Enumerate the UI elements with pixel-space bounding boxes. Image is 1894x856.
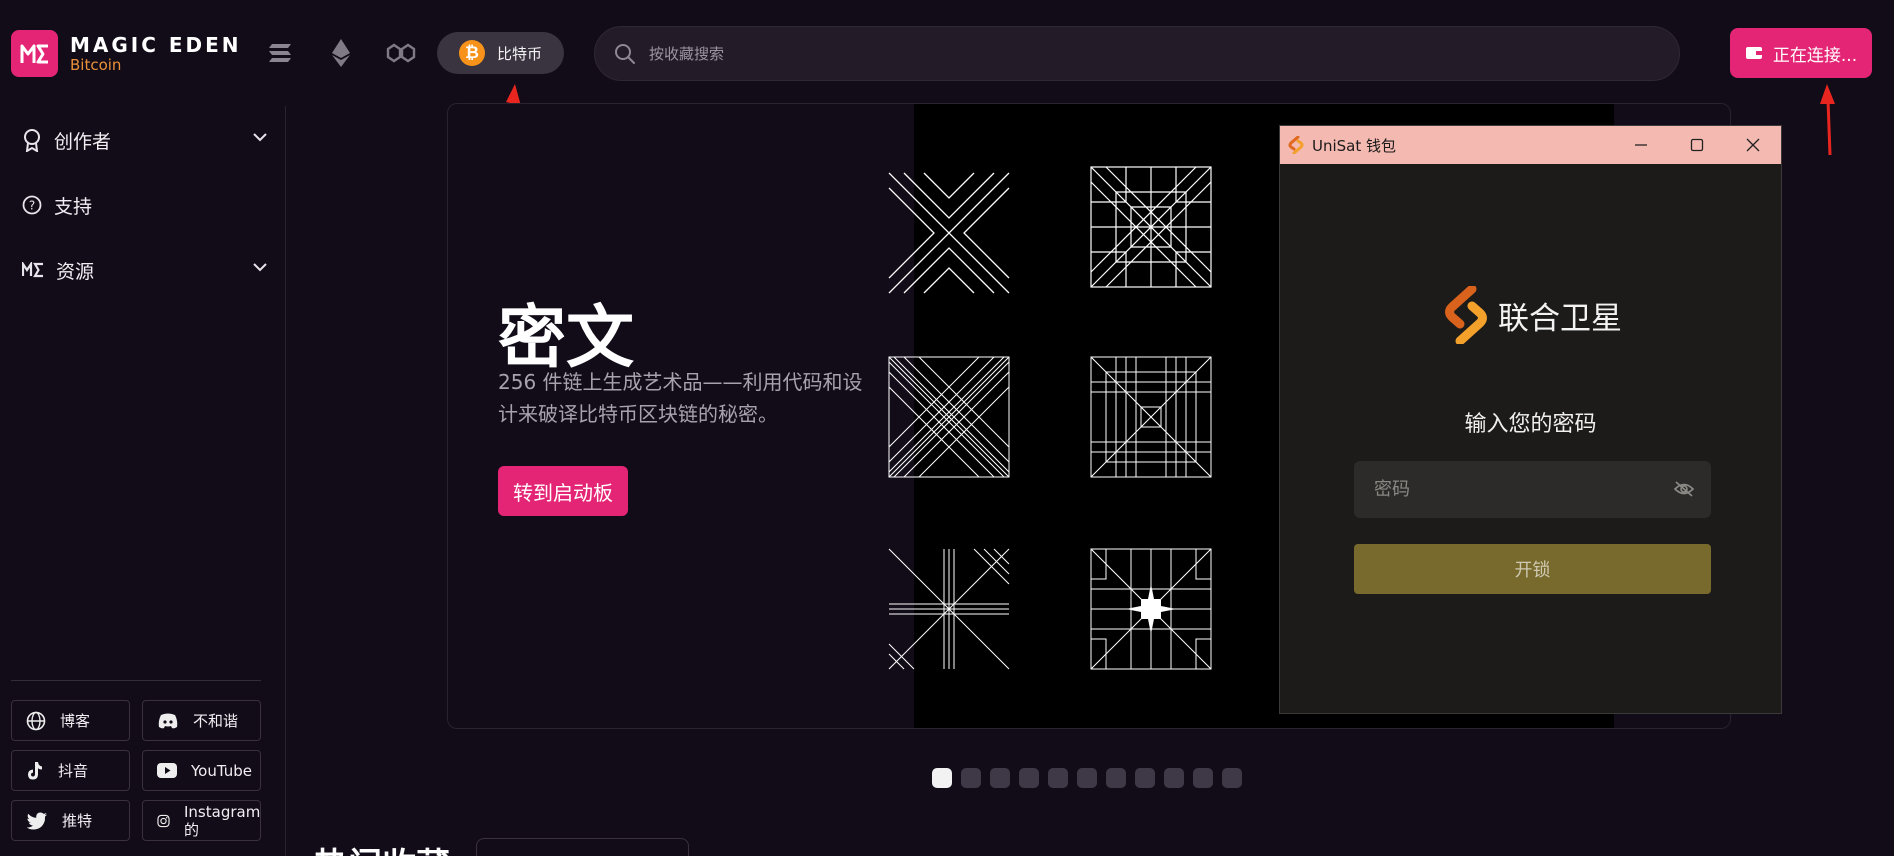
top-bar: MAGIC EDEN Bitcoin ₿ 比特币 按收藏搜索 正在连接... [0, 0, 1894, 106]
section-heading: 热门收藏 [314, 838, 450, 856]
carousel-dot[interactable] [1019, 768, 1039, 788]
twitter-icon [26, 812, 47, 829]
window-titlebar[interactable]: UniSat 钱包 [1280, 126, 1781, 164]
artwork-tile [888, 548, 1010, 670]
discord-icon [158, 713, 178, 728]
carousel-dot[interactable] [1048, 768, 1068, 788]
carousel-dot[interactable] [961, 768, 981, 788]
artwork-tile [888, 172, 1010, 294]
close-button[interactable] [1725, 126, 1781, 164]
tiktok-icon [28, 761, 42, 779]
carousel-dots [932, 768, 1251, 788]
password-prompt: 输入您的密码 [1464, 412, 1597, 437]
ethereum-icon[interactable] [326, 38, 356, 68]
password-input[interactable] [1374, 479, 1654, 500]
artwork-tile [1090, 548, 1212, 670]
social-twitter[interactable]: 推特 [11, 800, 130, 841]
social-tiktok[interactable]: 抖音 [11, 750, 130, 791]
bitcoin-chain-selector[interactable]: ₿ 比特币 [437, 32, 564, 74]
carousel-dot[interactable] [932, 768, 952, 788]
search-input[interactable] [649, 44, 1549, 63]
social-blog[interactable]: 博客 [11, 700, 130, 741]
carousel-dot[interactable] [1193, 768, 1213, 788]
unisat-logo-icon [1445, 286, 1487, 344]
unisat-logo: 联合卫星 [1444, 286, 1622, 344]
social-label: 抖音 [58, 761, 89, 780]
connect-label: 正在连接... [1772, 45, 1858, 66]
maximize-icon [1690, 138, 1704, 152]
magic-eden-logo-icon [11, 30, 58, 77]
artwork-tile [1090, 356, 1212, 478]
window-title: UniSat 钱包 [1312, 136, 1397, 155]
annotation-arrow [1820, 84, 1835, 156]
sidebar-item-label: 创作者 [54, 130, 112, 153]
carousel-dot[interactable] [1164, 768, 1184, 788]
time-range-select[interactable] [476, 838, 689, 856]
chain-label: 比特币 [497, 44, 543, 63]
globe-icon [26, 711, 46, 730]
maximize-button[interactable] [1669, 126, 1725, 164]
minimize-icon [1635, 144, 1647, 146]
carousel-dot[interactable] [1106, 768, 1126, 788]
polygon-icon[interactable] [386, 38, 416, 68]
unlock-button[interactable]: 开锁 [1354, 544, 1711, 594]
svg-text:?: ? [29, 199, 35, 213]
carousel-dot[interactable] [1222, 768, 1242, 788]
unisat-wallet-window: UniSat 钱包 联合卫星 输入您的密码 开锁 [1279, 125, 1782, 714]
magic-eden-logo[interactable]: MAGIC EDEN Bitcoin [11, 30, 242, 77]
password-field[interactable] [1354, 461, 1711, 518]
social-label: 推特 [62, 811, 93, 830]
social-label: 博客 [60, 711, 91, 730]
hero-description: 256 件链上生成艺术品——利用代码和设计来破译比特币区块链的秘密。 [498, 370, 863, 426]
bitcoin-icon: ₿ [459, 40, 485, 66]
logo-title: MAGIC EDEN [70, 32, 242, 57]
eye-off-icon[interactable] [1673, 480, 1695, 498]
unisat-icon [1288, 136, 1304, 154]
sidebar: 创作者 ? 支持 资源 博客 不和谐 抖音 YouTube 推特 Instagr… [0, 106, 286, 856]
social-label: YouTube [191, 761, 252, 780]
social-discord[interactable]: 不和谐 [142, 700, 261, 741]
launchpad-button[interactable]: 转到启动板 [498, 466, 628, 516]
close-icon [1746, 138, 1760, 152]
solana-icon[interactable] [265, 38, 295, 68]
instagram-icon [157, 814, 170, 827]
sidebar-item-creators[interactable]: 创作者 [22, 120, 268, 160]
chevron-down-icon [253, 133, 267, 142]
connect-wallet-button[interactable]: 正在连接... [1730, 28, 1872, 78]
logo-subtitle: Bitcoin [70, 55, 122, 74]
artwork-tile [1090, 166, 1212, 288]
sidebar-item-label: 支持 [54, 195, 93, 218]
artwork-tile [888, 356, 1010, 478]
minimize-button[interactable] [1613, 126, 1669, 164]
help-circle-icon: ? [22, 195, 42, 215]
social-instagram[interactable]: Instagram 的 [142, 800, 261, 841]
social-youtube[interactable]: YouTube [142, 750, 261, 791]
search-icon [615, 43, 635, 64]
carousel-dot[interactable] [1135, 768, 1155, 788]
sidebar-item-label: 资源 [56, 260, 95, 283]
social-label: Instagram 的 [184, 802, 261, 839]
sidebar-divider [11, 680, 261, 681]
carousel-dot[interactable] [1077, 768, 1097, 788]
youtube-icon [157, 763, 177, 778]
carousel-dot[interactable] [990, 768, 1010, 788]
sidebar-item-resources[interactable]: 资源 [22, 250, 268, 290]
sidebar-item-support[interactable]: ? 支持 [22, 185, 268, 225]
unisat-brand-name: 联合卫星 [1498, 300, 1622, 337]
magic-eden-icon [22, 262, 43, 278]
award-icon [24, 129, 40, 152]
chevron-down-icon [253, 263, 267, 272]
social-label: 不和谐 [193, 711, 239, 730]
search-bar[interactable] [594, 26, 1680, 81]
wallet-icon [1745, 47, 1762, 59]
